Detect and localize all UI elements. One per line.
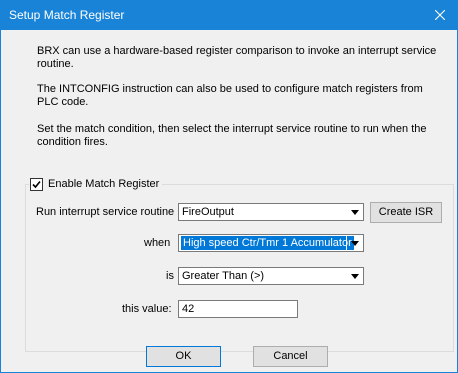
is-dropdown-value: Greater Than (>) xyxy=(182,270,265,282)
isr-dropdown[interactable]: FireOutput xyxy=(178,203,364,221)
create-isr-button[interactable]: Create ISR xyxy=(370,202,442,223)
is-dropdown[interactable]: Greater Than (>) xyxy=(178,267,364,285)
isr-dropdown-value: FireOutput xyxy=(182,206,234,218)
close-icon[interactable] xyxy=(423,1,457,30)
title-bar[interactable]: Setup Match Register xyxy=(1,1,457,30)
intro-paragraph-1: BRX can use a hardware-based register co… xyxy=(37,45,437,70)
when-label: when xyxy=(144,237,171,249)
when-dropdown-value: High speed Ctr/Tmr 1 Accumulator xyxy=(181,236,354,250)
enable-match-register-label: Enable Match Register xyxy=(48,178,160,190)
intro-paragraph-2: The INTCONFIG instruction can also be us… xyxy=(37,83,423,108)
enable-match-register-checkbox[interactable]: Enable Match Register xyxy=(29,176,163,192)
this-value-input[interactable] xyxy=(178,300,298,318)
chevron-down-icon[interactable] xyxy=(346,235,363,251)
checkbox-box[interactable] xyxy=(30,177,43,191)
dialog-body: BRX can use a hardware-based register co… xyxy=(1,30,457,372)
chevron-down-icon[interactable] xyxy=(346,204,363,220)
ok-button[interactable]: OK xyxy=(146,346,221,367)
when-dropdown[interactable]: High speed Ctr/Tmr 1 Accumulator xyxy=(178,234,364,252)
dialog-window: Setup Match Register BRX can use a hardw… xyxy=(0,0,458,373)
this-value-field[interactable] xyxy=(179,301,285,317)
window-title: Setup Match Register xyxy=(9,8,125,22)
this-value-label: this value: xyxy=(122,303,172,315)
checkmark-icon xyxy=(32,180,41,188)
intro-paragraph-3: Set the match condition, then select the… xyxy=(37,123,427,148)
chevron-down-icon[interactable] xyxy=(346,268,363,284)
cancel-button[interactable]: Cancel xyxy=(253,346,328,367)
isr-label: Run interrupt service routine xyxy=(36,206,175,218)
is-label: is xyxy=(166,270,174,282)
